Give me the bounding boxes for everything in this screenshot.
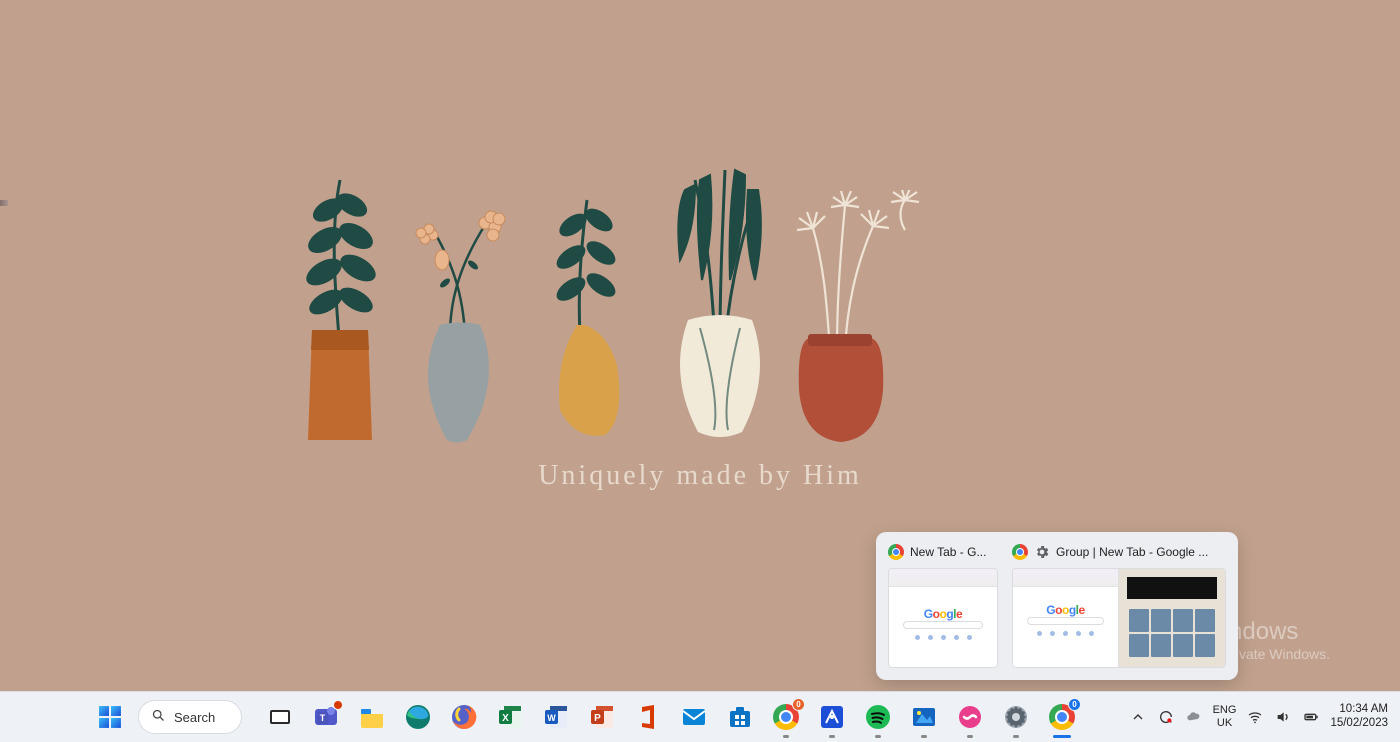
preview-thumbnail: Google xyxy=(1012,568,1226,668)
app-mail[interactable] xyxy=(678,701,710,733)
svg-text:X: X xyxy=(502,713,509,724)
search-icon xyxy=(151,708,166,726)
app-pink[interactable] xyxy=(954,701,986,733)
language-indicator[interactable]: ENG UK xyxy=(1213,704,1237,729)
svg-text:W: W xyxy=(547,713,556,723)
app-chrome-2[interactable]: 0 xyxy=(1046,701,1078,733)
language-line1: ENG xyxy=(1213,704,1237,717)
desktop[interactable]: Uniquely made by Him Activate Windows Go… xyxy=(0,0,1400,742)
preview-window-2[interactable]: Group | New Tab - Google ... Google xyxy=(1012,544,1226,668)
taskbar-preview-popup: New Tab - G... Google Group | New Tab - … xyxy=(876,532,1238,680)
gear-icon xyxy=(1034,544,1050,560)
svg-text:T: T xyxy=(320,713,326,723)
wallpaper-caption: Uniquely made by Him xyxy=(0,460,1400,492)
preview-title: Group | New Tab - Google ... xyxy=(1056,545,1208,559)
app-word[interactable]: W xyxy=(540,701,572,733)
notification-badge: 0 xyxy=(1068,698,1081,711)
app-firefox[interactable] xyxy=(448,701,480,733)
search-label: Search xyxy=(174,710,215,725)
app-chrome[interactable]: 0 xyxy=(770,701,802,733)
tray-overflow-chevron-icon[interactable] xyxy=(1129,708,1147,726)
taskbar: Search T X W xyxy=(0,691,1400,742)
tray-onedrive-icon[interactable] xyxy=(1185,708,1203,726)
preview-title: New Tab - G... xyxy=(910,545,986,559)
taskbar-pinned-apps: T X W P xyxy=(264,701,1078,733)
app-edge[interactable] xyxy=(402,701,434,733)
taskbar-clock[interactable]: 10:34 AM 15/02/2023 xyxy=(1330,703,1388,731)
tray-sync-icon[interactable] xyxy=(1157,708,1175,726)
desktop-stray-icon xyxy=(0,200,8,206)
wallpaper-illustration xyxy=(270,150,930,500)
preview-thumbnail: Google xyxy=(888,568,998,668)
app-office[interactable] xyxy=(632,701,664,733)
chrome-icon xyxy=(1012,544,1028,560)
clock-time: 10:34 AM xyxy=(1330,703,1388,717)
app-settings[interactable] xyxy=(1000,701,1032,733)
app-tool[interactable] xyxy=(816,701,848,733)
wifi-icon[interactable] xyxy=(1246,708,1264,726)
taskbar-system-tray: ENG UK 10:34 AM 15/02/2023 xyxy=(1129,703,1400,731)
app-spotify[interactable] xyxy=(862,701,894,733)
app-microsoft-store[interactable] xyxy=(724,701,756,733)
chrome-icon xyxy=(888,544,904,560)
svg-text:P: P xyxy=(594,713,601,724)
app-powerpoint[interactable]: P xyxy=(586,701,618,733)
volume-icon[interactable] xyxy=(1274,708,1292,726)
battery-icon[interactable] xyxy=(1302,708,1320,726)
preview-window-1[interactable]: New Tab - G... Google xyxy=(888,544,998,668)
start-button[interactable] xyxy=(90,697,130,737)
notification-badge: 0 xyxy=(792,698,805,711)
app-teams[interactable]: T xyxy=(310,701,342,733)
task-view-button[interactable] xyxy=(264,701,296,733)
clock-date: 15/02/2023 xyxy=(1330,717,1388,731)
app-photos[interactable] xyxy=(908,701,940,733)
taskbar-search[interactable]: Search xyxy=(138,700,242,734)
language-line2: UK xyxy=(1213,717,1237,730)
badge-icon xyxy=(333,700,343,710)
app-excel[interactable]: X xyxy=(494,701,526,733)
app-file-explorer[interactable] xyxy=(356,701,388,733)
